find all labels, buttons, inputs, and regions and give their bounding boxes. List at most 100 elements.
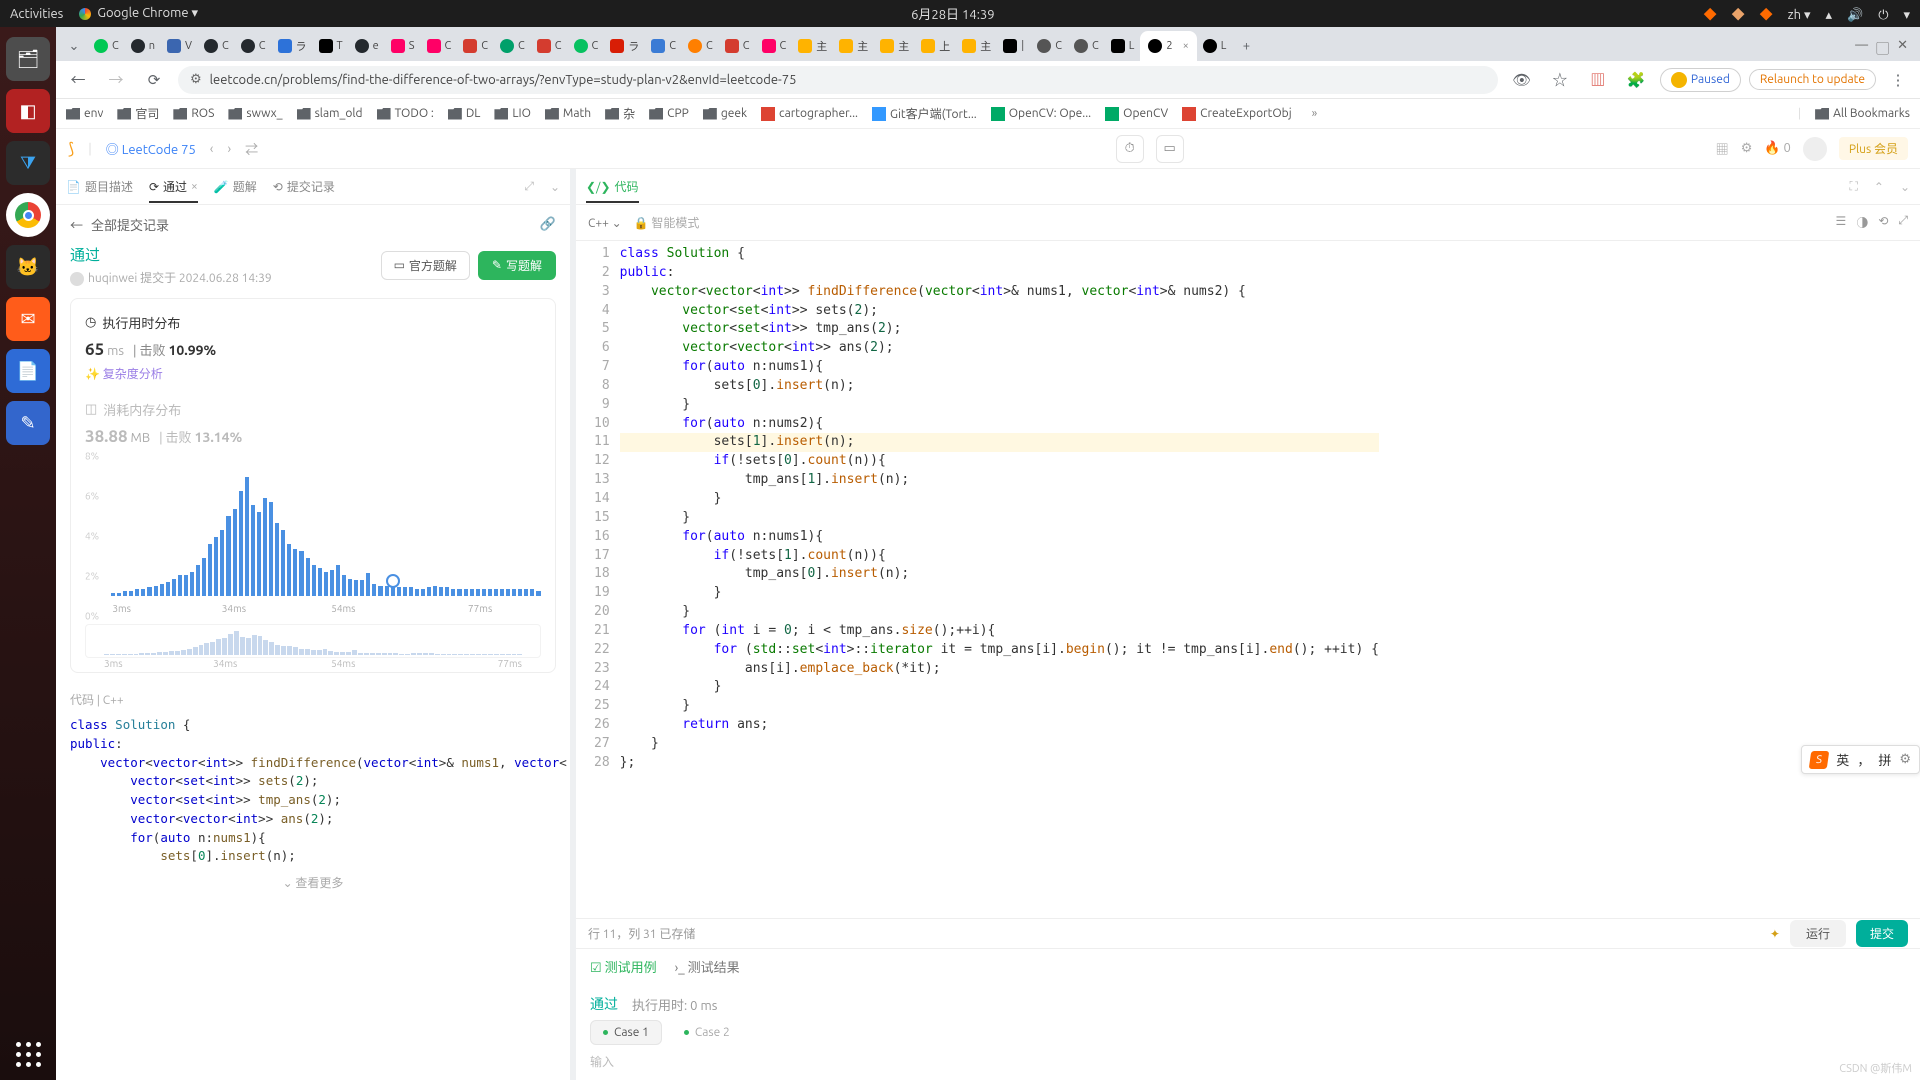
tab-search-icon[interactable]: ⌄ (63, 35, 85, 57)
study-plan-link[interactable]: ◎ LeetCode 75 (106, 139, 196, 158)
back-icon[interactable]: ← (64, 69, 92, 90)
mini-chart[interactable]: 3ms 34ms 54ms 77ms (85, 624, 541, 658)
app-menu[interactable]: Google Chrome ▾ (79, 6, 198, 21)
browser-tab[interactable]: L (1105, 31, 1141, 61)
volume-icon[interactable]: 🔊 (1847, 8, 1863, 22)
launcher-apps-grid-icon[interactable] (6, 1032, 50, 1076)
back-label[interactable]: 全部提交记录 (91, 215, 169, 234)
launcher-app-icon[interactable]: 🐱 (6, 245, 50, 289)
maximize-icon[interactable]: ▢ (1876, 38, 1889, 57)
bookmark-item[interactable]: ROS (173, 107, 214, 120)
bookmark-item[interactable]: 杂 (605, 105, 635, 122)
browser-tab[interactable]: 上 (915, 31, 956, 61)
launcher-app-icon[interactable]: ✉ (6, 297, 50, 341)
activities-menu[interactable]: Activities (10, 7, 63, 21)
browser-tab[interactable]: C (568, 31, 605, 61)
run-button[interactable]: 运行 (1790, 920, 1846, 947)
all-bookmarks-button[interactable]: All Bookmarks (1815, 107, 1910, 120)
close-tab-icon[interactable]: × (1183, 40, 1189, 52)
browser-tab-active[interactable]: 2× (1140, 31, 1196, 61)
browser-tab[interactable]: n (125, 31, 161, 61)
tray-icon[interactable]: ◆ (1704, 8, 1717, 22)
bookmark-icon[interactable]: ◑ (1856, 214, 1868, 231)
tray-icon[interactable]: ◆ (1732, 8, 1745, 22)
note-icon[interactable]: ▭ (1156, 135, 1184, 163)
ime-mode[interactable]: 拼 (1878, 750, 1891, 769)
bookmark-item[interactable]: CreateExportObj (1182, 107, 1291, 121)
browser-tab[interactable]: V (161, 31, 198, 61)
star-icon[interactable]: ☆ (1546, 69, 1574, 90)
ime-settings-icon[interactable]: ⚙ (1899, 752, 1911, 767)
browser-tab[interactable]: C (457, 31, 494, 61)
test-results-tab[interactable]: ›_ 测试结果 (675, 957, 740, 976)
bookmark-item[interactable]: CPP (649, 107, 689, 120)
collapse-icon[interactable]: ⌄ (550, 180, 560, 194)
browser-tab[interactable]: C (682, 31, 719, 61)
bookmarks-overflow-icon[interactable]: » (1312, 107, 1318, 120)
bookmark-item[interactable]: 官司 (117, 105, 159, 122)
tab-solution[interactable]: 🧪 题解 (214, 178, 257, 195)
browser-tab[interactable]: S (385, 31, 421, 61)
forward-icon[interactable]: → (102, 69, 130, 90)
tray-icon[interactable]: ◆ (1760, 8, 1773, 22)
complexity-link[interactable]: ✨ 复杂度分析 (85, 365, 163, 382)
sparkle-icon[interactable]: ✦ (1770, 927, 1780, 941)
dropdown-icon[interactable]: ▾ (1903, 8, 1910, 22)
browser-tab[interactable]: e (349, 31, 385, 61)
launcher-files-icon[interactable]: 🗂 (6, 37, 50, 81)
bookmark-item[interactable]: OpenCV (1105, 107, 1168, 121)
browser-tab[interactable]: C (756, 31, 793, 61)
bookmark-item[interactable]: LIO (494, 107, 531, 120)
reset-icon[interactable]: ⟲ (1878, 214, 1888, 231)
profile-paused-chip[interactable]: Paused (1660, 68, 1741, 92)
lang-indicator[interactable]: zh ▾ (1788, 8, 1811, 22)
case-1-button[interactable]: Case 1 (590, 1020, 662, 1045)
launcher-vscode-icon[interactable]: ⧩ (6, 141, 50, 185)
link-icon[interactable]: 🔗 (540, 217, 556, 232)
browser-tab[interactable]: 主 (833, 31, 874, 61)
bookmark-item[interactable]: DL (448, 107, 481, 120)
case-2-button[interactable]: Case 2 (672, 1020, 742, 1045)
tab-submissions[interactable]: ⟲ 提交记录 (273, 178, 335, 195)
browser-tab[interactable]: ラ (272, 31, 313, 61)
browser-tab[interactable]: C (88, 31, 125, 61)
view-more-button[interactable]: ⌄ 查看更多 (70, 874, 556, 891)
expand-icon[interactable]: ⤢ (1898, 214, 1908, 231)
browser-tab[interactable]: 主 (874, 31, 915, 61)
address-bar[interactable]: ⚙ leetcode.cn/problems/find-the-differen… (178, 66, 1498, 94)
ime-lang[interactable]: 英 (1836, 750, 1849, 769)
clock[interactable]: 6月28日 14:39 (911, 4, 995, 23)
layout-icon[interactable]: ▦ (1716, 139, 1729, 158)
bookmark-item[interactable]: swwx_ (228, 107, 282, 120)
browser-tab[interactable]: T (313, 31, 349, 61)
minimize-icon[interactable]: — (1855, 38, 1868, 57)
prev-problem-icon[interactable]: ‹ (210, 142, 214, 156)
chevron-down-icon[interactable]: ⌄ (1900, 180, 1910, 194)
browser-tab[interactable]: C (421, 31, 458, 61)
submit-button[interactable]: 提交 (1856, 920, 1908, 947)
reload-icon[interactable]: ⟳ (140, 71, 168, 89)
settings-icon[interactable]: ⚙ (1741, 141, 1753, 156)
back-arrow-icon[interactable]: ← (70, 215, 83, 234)
fullscreen-icon[interactable]: ⛶ (1849, 180, 1857, 194)
ime-toolbar[interactable]: S 英 ， 拼 ⚙ (1801, 745, 1920, 774)
browser-tab[interactable]: C (1031, 31, 1068, 61)
browser-tab[interactable]: C (531, 31, 568, 61)
launcher-app-icon[interactable]: ◧ (6, 89, 50, 133)
plus-member-button[interactable]: Plus 会员 (1839, 137, 1908, 160)
kebab-icon[interactable]: ⋮ (1884, 71, 1912, 89)
bookmark-item[interactable]: slam_old (297, 107, 363, 120)
bookmark-item[interactable]: geek (703, 107, 747, 120)
bookmark-item[interactable]: OpenCV: Ope... (991, 107, 1091, 121)
chevron-up-icon[interactable]: ⌃ (1874, 180, 1884, 194)
ime-punct[interactable]: ， (1857, 750, 1870, 769)
extensions-icon[interactable]: 🧩 (1622, 71, 1650, 89)
code-tab[interactable]: ❮/❯ 代码 (586, 178, 639, 203)
browser-tab[interactable]: C (494, 31, 531, 61)
browser-tab[interactable]: ラ (604, 31, 645, 61)
browser-tab[interactable]: C (719, 31, 756, 61)
smart-mode-toggle[interactable]: 🔒 智能模式 (634, 214, 700, 231)
browser-tab[interactable]: C (235, 31, 272, 61)
code-editor[interactable]: 1234567891011121314151617181920212223242… (576, 241, 1920, 918)
launcher-app-icon[interactable]: ✎ (6, 401, 50, 445)
